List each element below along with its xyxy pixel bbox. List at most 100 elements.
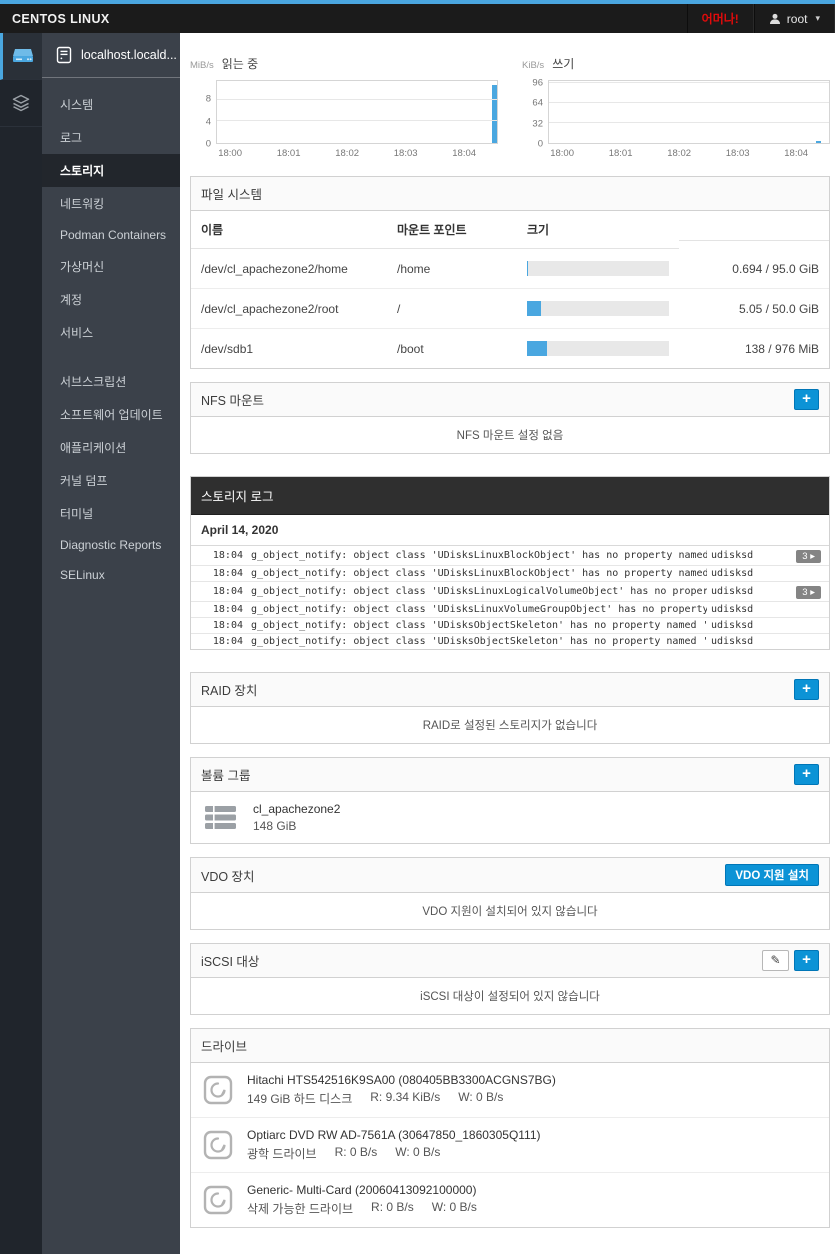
- iscsi-empty-message: iSCSI 대상이 설정되어 있지 않습니다: [191, 978, 829, 1014]
- fs-name: /dev/sdb1: [191, 330, 387, 368]
- drive-icon: [203, 1185, 233, 1215]
- sidebar-item[interactable]: SELinux: [42, 560, 180, 590]
- log-time: 18:04: [199, 636, 251, 647]
- drive-row[interactable]: Hitachi HTS542516K9SA00 (080405BB3300ACG…: [191, 1063, 829, 1118]
- drive-name: Generic- Multi-Card (20060413092100000): [247, 1183, 477, 1197]
- log-entry[interactable]: 18:04 g_object_notify: object class 'UDi…: [191, 566, 829, 582]
- sidebar-menu: 시스템 로그 스토리지 네트워킹 Podman Containers: [42, 78, 180, 590]
- host-selector[interactable]: localhost.locald...: [42, 33, 180, 78]
- filesystems-header: 파일 시스템: [191, 177, 829, 211]
- read-spike: [492, 85, 497, 143]
- log-entry[interactable]: 18:04 g_object_notify: object class 'UDi…: [191, 602, 829, 618]
- drive-row[interactable]: Optiarc DVD RW AD-7561A (30647850_186030…: [191, 1118, 829, 1173]
- sidebar-item[interactable]: 터미널: [42, 497, 180, 530]
- log-service: udisksd: [707, 586, 773, 597]
- edit-iscsi-button[interactable]: ✎: [762, 950, 789, 971]
- sidebar-item-label: 스토리지: [60, 164, 104, 178]
- sidebar-item[interactable]: 서비스: [42, 316, 180, 349]
- gridline: [549, 122, 829, 123]
- log-entry[interactable]: 18:04 g_object_notify: object class 'UDi…: [191, 582, 829, 602]
- drives-title: 드라이브: [201, 1036, 247, 1055]
- drive-write-rate: W: 0 B/s: [395, 1145, 440, 1162]
- sidebar-item-label: 시스템: [60, 98, 93, 112]
- sidebar-item-label: Podman Containers: [60, 228, 166, 242]
- add-volume-group-button[interactable]: +: [794, 764, 819, 785]
- log-message: g_object_notify: object class 'UDisksObj…: [251, 620, 707, 631]
- host-machine-icon: [56, 46, 72, 64]
- log-entry[interactable]: 18:04 g_object_notify: object class 'UDi…: [191, 618, 829, 634]
- sidebar-item[interactable]: 커널 덤프: [42, 464, 180, 497]
- alert-label: 어머나!: [702, 10, 739, 27]
- volume-groups-title: 볼륨 그룹: [201, 765, 250, 784]
- log-count-badge[interactable]: 3 ▸: [796, 550, 821, 563]
- x-tick-label: 18:00: [550, 148, 574, 159]
- sidebar-item[interactable]: 서브스크립션: [42, 365, 180, 398]
- sidebar-item[interactable]: 소프트웨어 업데이트: [42, 398, 180, 431]
- log-message: g_object_notify: object class 'UDisksObj…: [251, 636, 707, 647]
- fs-usage-cell: [517, 249, 679, 289]
- volume-group-icon: [203, 804, 239, 831]
- drive-read-rate: R: 9.34 KiB/s: [370, 1090, 440, 1107]
- add-iscsi-button[interactable]: +: [794, 950, 819, 971]
- fs-size: 0.694 / 95.0 GiB: [679, 250, 829, 289]
- sidebar-item-label: 애플리케이션: [60, 441, 126, 455]
- fs-mount: /: [387, 290, 517, 329]
- drive-row[interactable]: Generic- Multi-Card (20060413092100000) …: [191, 1173, 829, 1227]
- filesystems-table: 이름 마운트 포인트 크기 /dev/cl_apachezone2/home /…: [191, 211, 829, 368]
- read-chart-plot: [216, 80, 498, 144]
- sidebar-item[interactable]: 네트워킹: [42, 187, 180, 220]
- sidebar-item-label: 네트워킹: [60, 197, 104, 211]
- sidebar-item[interactable]: Podman Containers: [42, 220, 180, 250]
- nfs-empty-message: NFS 마운트 설정 없음: [191, 417, 829, 453]
- y-tick-label: 0: [206, 139, 211, 150]
- x-tick-label: 18:03: [726, 148, 750, 159]
- log-service: udisksd: [707, 604, 773, 615]
- log-service: udisksd: [707, 620, 773, 631]
- sidebar-item[interactable]: 스토리지: [42, 154, 180, 187]
- log-count-badge[interactable]: 3 ▸: [796, 586, 821, 599]
- gridline: [217, 99, 497, 100]
- volume-groups-panel: 볼륨 그룹 + cl_apachez: [190, 757, 830, 844]
- x-tick-label: 18:01: [609, 148, 633, 159]
- sidebar-item[interactable]: 시스템: [42, 88, 180, 121]
- add-nfs-button[interactable]: +: [794, 389, 819, 410]
- log-time: 18:04: [199, 620, 251, 631]
- vdo-title: VDO 장치: [201, 866, 255, 885]
- volume-group-row[interactable]: cl_apachezone2 148 GiB: [191, 792, 829, 843]
- iscsi-header: iSCSI 대상 ✎ +: [191, 944, 829, 978]
- storage-page: MiB/s 읽는 중 840 18:0018:0118:0218:0318:04…: [180, 33, 835, 1254]
- log-entry[interactable]: 18:04 g_object_notify: object class 'UDi…: [191, 634, 829, 649]
- col-mount: 마운트 포인트: [387, 211, 517, 249]
- rail-host-server[interactable]: [0, 33, 42, 80]
- drive-read-rate: R: 0 B/s: [335, 1145, 378, 1162]
- add-raid-button[interactable]: +: [794, 679, 819, 700]
- read-chart: MiB/s 읽는 중 840 18:0018:0118:0218:0318:04: [190, 55, 498, 160]
- sidebar-item[interactable]: 로그: [42, 121, 180, 154]
- fs-mount: /boot: [387, 330, 517, 368]
- user-menu[interactable]: root ▾: [754, 4, 835, 33]
- alert-nav-item[interactable]: 어머나!: [687, 4, 754, 33]
- log-entry[interactable]: 18:04 g_object_notify: object class 'UDi…: [191, 546, 829, 566]
- log-service: udisksd: [707, 568, 773, 579]
- sidebar-item-label: 계정: [60, 293, 82, 307]
- sidebar-item[interactable]: 가상머신: [42, 250, 180, 283]
- install-vdo-button[interactable]: VDO 지원 설치: [725, 864, 819, 886]
- write-chart-x-axis: 18:0018:0118:0218:0318:04: [548, 144, 830, 160]
- write-spike: [816, 141, 821, 143]
- log-date: April 14, 2020: [191, 515, 829, 546]
- top-navbar: CENTOS LINUX 어머나! root ▾: [0, 4, 835, 33]
- write-chart-y-axis: 9664320: [522, 80, 548, 144]
- vdo-header: VDO 장치 VDO 지원 설치: [191, 858, 829, 893]
- sidebar-item[interactable]: 계정: [42, 283, 180, 316]
- read-chart-x-axis: 18:0018:0118:0218:0318:04: [216, 144, 498, 160]
- rail-overview-layers[interactable]: [0, 80, 42, 127]
- usage-bar-track: [527, 261, 669, 276]
- sidebar-item[interactable]: Diagnostic Reports: [42, 530, 180, 560]
- vdo-panel: VDO 장치 VDO 지원 설치 VDO 지원이 설치되어 있지 않습니다: [190, 857, 830, 930]
- x-tick-label: 18:04: [452, 148, 476, 159]
- sidebar-item[interactable]: 애플리케이션: [42, 431, 180, 464]
- usage-bar-fill: [527, 261, 528, 276]
- filesystems-panel: 파일 시스템 이름 마운트 포인트 크기 /dev/cl_apachezone2…: [190, 176, 830, 369]
- y-tick-label: 96: [532, 77, 543, 88]
- log-time: 18:04: [199, 550, 251, 561]
